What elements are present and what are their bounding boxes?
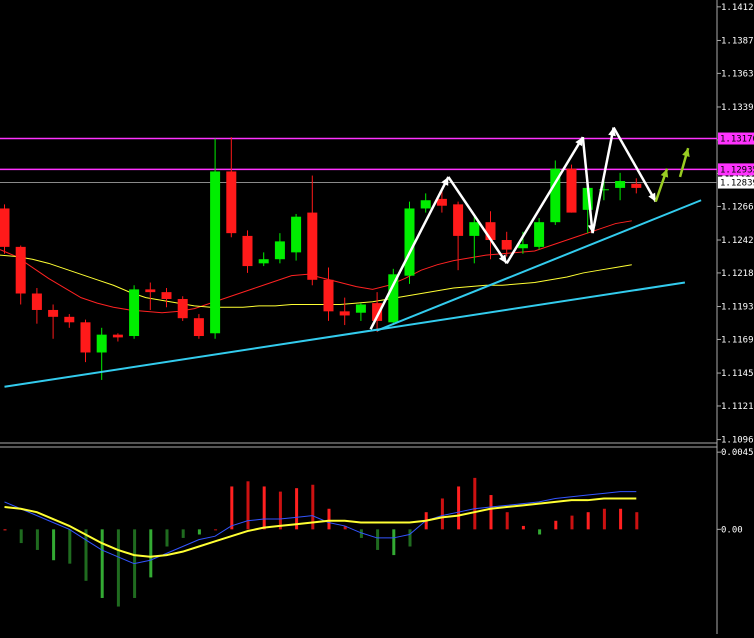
histogram-bar [197, 529, 201, 535]
price-tick-label: 1.12420 [721, 236, 754, 246]
candle-body [291, 216, 302, 253]
candle-body [129, 289, 140, 337]
price-tick-label: 1.12665 [721, 202, 754, 212]
candle-body [145, 289, 156, 293]
candle-body [48, 309, 59, 317]
histogram-bar [489, 495, 493, 530]
candle-body [517, 244, 528, 249]
price-axis-ticks: 1.141201.138751.136351.133901.131501.129… [717, 3, 754, 446]
candle-body [64, 316, 75, 323]
candle-body [0, 208, 10, 247]
price-tick-label: 1.13635 [721, 69, 754, 79]
candle-body [15, 246, 26, 294]
candle-body [161, 292, 172, 299]
histogram-bar [392, 529, 396, 556]
candle-body [534, 222, 545, 247]
candle-body [112, 334, 123, 338]
histogram-bar [602, 508, 606, 530]
histogram-bar [586, 512, 590, 530]
histogram-bar [35, 529, 39, 550]
candle-body [388, 274, 399, 323]
candle-body [226, 171, 237, 234]
candle-body [210, 171, 221, 334]
oscillator-tick-label: 0.00 [721, 525, 743, 535]
histogram-bar [246, 481, 250, 530]
oscillator-tick-label: 0.00450 [721, 448, 754, 458]
candle-body [323, 279, 334, 312]
candle-body [615, 181, 626, 188]
price-tick-label: 1.11210 [721, 402, 754, 412]
histogram-bar [230, 486, 234, 530]
candle-body [80, 322, 91, 353]
candle-body [307, 212, 318, 280]
candle-body [339, 311, 350, 316]
price-tick-label: 1.14120 [721, 3, 754, 13]
candle-body [258, 259, 269, 264]
histogram-bar [3, 529, 7, 531]
candle-body [31, 293, 42, 310]
candle-body [469, 222, 480, 236]
histogram-bar [278, 491, 282, 530]
histogram-bar [521, 525, 525, 530]
histogram-bar [181, 529, 185, 538]
candle-body [96, 334, 107, 353]
histogram-bar [327, 508, 331, 530]
price-tick-label: 1.13875 [721, 36, 754, 46]
price-tick-label: 1.11935 [721, 303, 754, 313]
histogram-bar [84, 529, 88, 581]
histogram-bar [19, 529, 23, 544]
candle-body [274, 241, 285, 260]
histogram-bar [116, 529, 120, 607]
price-tick-label: 1.11695 [721, 335, 754, 345]
zigzag-arrow [591, 127, 615, 234]
candle-body [355, 304, 366, 313]
histogram-bar [473, 477, 477, 530]
histogram-bar [457, 486, 461, 530]
histogram-bar [52, 529, 56, 561]
horizontal-level-label: 1.13170 [720, 135, 754, 145]
candle-body [436, 198, 447, 206]
price-tick-label: 1.12180 [721, 269, 754, 279]
candle-body [193, 318, 204, 337]
histogram-bar [165, 529, 169, 547]
histogram-bar [619, 508, 623, 530]
candle-body [404, 208, 415, 276]
histogram-bar [376, 529, 380, 550]
current-price-label: 1.12839 [720, 179, 754, 189]
candles [0, 137, 642, 380]
candle-body [177, 298, 188, 319]
price-tick-label: 1.10965 [721, 436, 754, 446]
histogram-bar [262, 486, 266, 530]
histogram-bar [100, 529, 104, 598]
histogram-bar [440, 498, 444, 530]
histogram-bar [214, 529, 218, 531]
histogram-bar [570, 515, 574, 530]
candle-body [242, 235, 253, 267]
histogram-bar [635, 512, 639, 530]
chart-svg: 1.141201.138751.136351.133901.131501.129… [0, 0, 754, 634]
candle-body [453, 204, 464, 236]
histogram-bar [538, 529, 542, 535]
candle-body [501, 240, 512, 250]
candle-body [631, 183, 642, 188]
price-tick-label: 1.11450 [721, 369, 754, 379]
histogram-bar [408, 529, 412, 547]
horizontal-level-label: 1.12935 [720, 165, 754, 175]
histogram-bar [554, 520, 558, 530]
price-tick-label: 1.13390 [721, 103, 754, 113]
candle-body [566, 168, 577, 213]
histogram-bar [149, 529, 153, 578]
histogram-bar [68, 529, 72, 564]
chart-root: 1.141201.138751.136351.133901.131501.129… [0, 0, 754, 634]
histogram-bar [505, 512, 509, 530]
candle-body [420, 200, 431, 209]
oscillator-axis-ticks: 0.00450 0.00 [717, 448, 754, 535]
